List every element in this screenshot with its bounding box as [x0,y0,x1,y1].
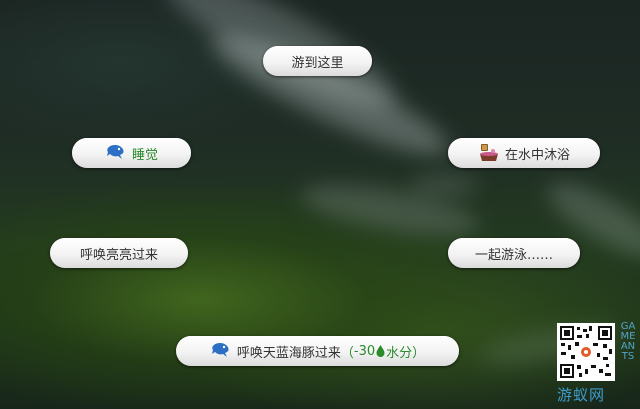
bath-icon [478,142,500,164]
cost-open: （ [340,345,354,361]
summon-dolphin-button[interactable]: 呼唤天蓝海豚过来 （ -30 水分） [176,336,459,366]
bathe-button[interactable]: 在水中沐浴 [448,138,600,168]
summon-dolphin-label: 呼唤天蓝海豚过来 [236,345,341,361]
watermark-vertical: GAMEANTS [620,321,636,362]
sleep-button[interactable]: 睡觉 [72,138,191,168]
cost-value: -30 [353,343,376,359]
dolphin-icon [210,340,232,362]
bathe-label: 在水中沐浴 [504,147,570,163]
summon-liangliang-label: 呼唤亮亮过来 [79,247,158,263]
summon-liangliang-button[interactable]: 呼唤亮亮过来 [50,238,188,268]
swim-together-label: 一起游泳…… [474,247,553,263]
swim-here-label: 游到这里 [291,55,344,71]
qr-code [557,323,615,381]
watermark-chinese: 游蚁网 [557,386,606,404]
cost-unit: 水分） [386,345,426,361]
sleep-label: 睡觉 [131,147,158,163]
swim-here-button[interactable]: 游到这里 [263,46,372,76]
dolphin-icon [105,142,127,164]
water-drop-icon [376,345,385,357]
swim-together-button[interactable]: 一起游泳…… [448,238,580,268]
cloud [410,175,480,195]
